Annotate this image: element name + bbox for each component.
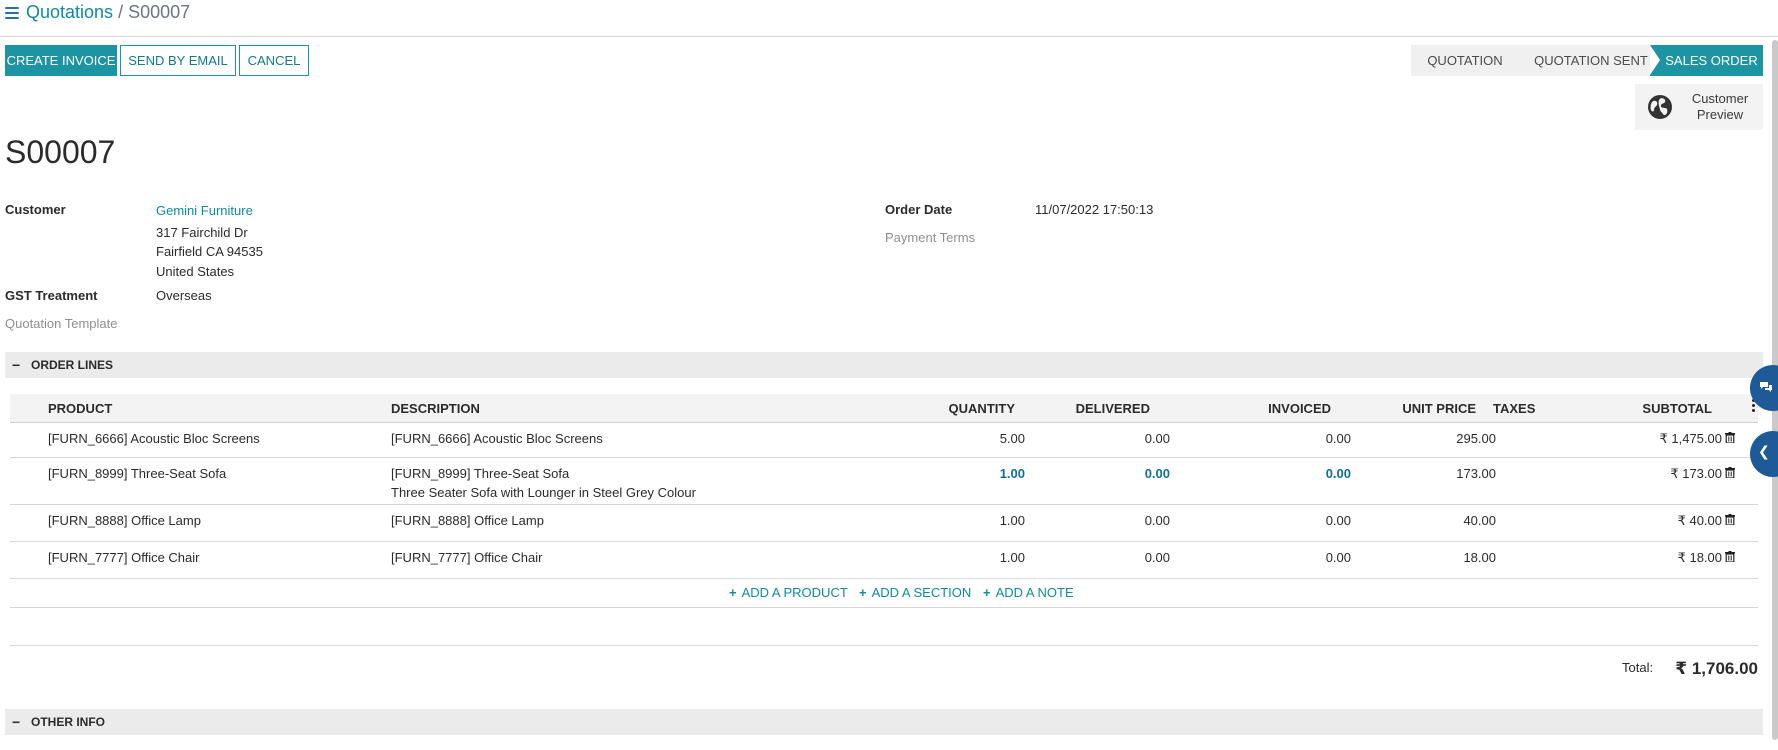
- customer-address-line1: 317 Fairchild Dr: [156, 225, 248, 240]
- add-note-label: ADD A NOTE: [995, 585, 1074, 600]
- row-subtotal: ₹ 18.00: [1677, 550, 1722, 565]
- row-quantity[interactable]: 5.00: [915, 431, 1025, 446]
- row-delivered[interactable]: 0.00: [1060, 550, 1170, 565]
- customer-address-line2: Fairfield CA 94535: [156, 244, 263, 259]
- row-product-link[interactable]: [FURN_7777] Office Chair: [48, 550, 200, 565]
- other-info-section: − OTHER INFO: [5, 709, 1763, 735]
- status-quotation-sent[interactable]: QUOTATION SENT: [1518, 45, 1650, 76]
- add-section-label: ADD A SECTION: [871, 585, 972, 600]
- collapse-icon[interactable]: −: [12, 357, 20, 373]
- row-invoiced[interactable]: 0.00: [1241, 550, 1351, 565]
- row-invoiced[interactable]: 0.00: [1241, 513, 1351, 528]
- document-title: S00007: [5, 134, 116, 170]
- table-row[interactable]: [FURN_7777] Office Chair [FURN_7777] Off…: [10, 542, 1758, 579]
- trash-icon[interactable]: [1725, 551, 1735, 562]
- customer-preview-label: Customer Preview: [1683, 91, 1757, 123]
- row-delivered[interactable]: 0.00: [1060, 431, 1170, 446]
- header-delivered[interactable]: DELIVERED: [1050, 401, 1150, 416]
- row-subtotal: ₹ 1,475.00: [1659, 431, 1723, 446]
- table-row[interactable]: [FURN_8999] Three-Seat Sofa [FURN_8999] …: [10, 458, 1758, 505]
- order-date-value[interactable]: 11/07/2022 17:50:13: [1035, 202, 1153, 217]
- status-sales-order[interactable]: SALES ORDER: [1650, 45, 1763, 76]
- status-quotation[interactable]: QUOTATION: [1411, 45, 1519, 76]
- order-lines-title[interactable]: ORDER LINES: [31, 358, 113, 372]
- create-invoice-button[interactable]: CREATE INVOICE: [5, 45, 117, 76]
- breadcrumb-quotations-link[interactable]: Quotations: [26, 2, 113, 22]
- row-description-detail[interactable]: Three Seater Sofa with Lounger in Steel …: [391, 485, 696, 500]
- gst-treatment-label: GST Treatment: [5, 288, 98, 303]
- customer-name-link[interactable]: Gemini Furniture: [156, 203, 253, 218]
- customer-label: Customer: [5, 202, 66, 217]
- row-unit-price[interactable]: 295.00: [1386, 431, 1496, 446]
- add-section-link[interactable]: + ADD A SECTION: [859, 585, 971, 600]
- row-subtotal: ₹ 173.00: [1670, 466, 1722, 481]
- breadcrumb-current: S00007: [128, 2, 191, 22]
- header-subtotal[interactable]: SUBTOTAL: [1612, 401, 1712, 416]
- quotation-template-label: Quotation Template: [5, 316, 118, 331]
- add-note-link[interactable]: + ADD A NOTE: [983, 585, 1074, 600]
- row-product-link[interactable]: [FURN_8888] Office Lamp: [48, 513, 201, 528]
- row-description[interactable]: [FURN_7777] Office Chair: [391, 550, 543, 565]
- order-lines-section: − ORDER LINES: [5, 352, 1763, 378]
- row-product-link[interactable]: [FURN_6666] Acoustic Bloc Screens: [48, 431, 260, 446]
- gst-treatment-value[interactable]: Overseas: [156, 288, 212, 303]
- table-header: PRODUCT DESCRIPTION QUANTITY DELIVERED I…: [10, 394, 1758, 423]
- plus-icon: +: [729, 585, 737, 600]
- header-description[interactable]: DESCRIPTION: [391, 401, 480, 416]
- row-description[interactable]: [FURN_8999] Three-Seat Sofa: [391, 466, 569, 481]
- payment-terms-label: Payment Terms: [885, 230, 976, 245]
- row-description[interactable]: [FURN_8888] Office Lamp: [391, 513, 544, 528]
- header-taxes[interactable]: TAXES: [1493, 401, 1535, 416]
- add-product-label: ADD A PRODUCT: [741, 585, 848, 600]
- table-footer-divider: [10, 607, 1758, 608]
- customer-address-line3: United States: [156, 264, 235, 279]
- order-date-label: Order Date: [885, 202, 953, 217]
- add-product-link[interactable]: + ADD A PRODUCT: [729, 585, 848, 600]
- trash-icon[interactable]: [1725, 467, 1735, 478]
- row-quantity[interactable]: 1.00: [915, 513, 1025, 528]
- breadcrumb-separator: /: [113, 2, 129, 22]
- row-invoiced[interactable]: 0.00: [1241, 431, 1351, 446]
- plus-icon: +: [859, 585, 867, 600]
- send-by-email-button[interactable]: SEND BY EMAIL: [120, 45, 236, 76]
- total-value: ₹ 1,706.00: [1675, 659, 1758, 678]
- trash-icon[interactable]: [1725, 432, 1735, 443]
- row-delivered[interactable]: 0.00: [1060, 466, 1170, 481]
- menu-icon[interactable]: [5, 7, 19, 20]
- row-unit-price[interactable]: 18.00: [1386, 550, 1496, 565]
- row-description[interactable]: [FURN_6666] Acoustic Bloc Screens: [391, 431, 603, 446]
- row-product-link[interactable]: [FURN_8999] Three-Seat Sofa: [48, 466, 226, 481]
- total-label: Total:: [1622, 660, 1654, 675]
- other-info-title[interactable]: OTHER INFO: [31, 715, 105, 729]
- cancel-button[interactable]: CANCEL: [239, 45, 309, 76]
- row-delivered[interactable]: 0.00: [1060, 513, 1170, 528]
- row-unit-price[interactable]: 173.00: [1386, 466, 1496, 481]
- row-unit-price[interactable]: 40.00: [1386, 513, 1496, 528]
- customer-preview-button[interactable]: Customer Preview: [1635, 84, 1763, 130]
- status-separator: [1650, 45, 1660, 75]
- collapse-icon[interactable]: −: [12, 714, 20, 730]
- row-invoiced[interactable]: 0.00: [1241, 466, 1351, 481]
- header-invoiced[interactable]: INVOICED: [1231, 401, 1331, 416]
- globe-icon: [1648, 95, 1672, 119]
- header-product[interactable]: PRODUCT: [48, 401, 112, 416]
- header-unit-price[interactable]: UNIT PRICE: [1376, 401, 1476, 416]
- breadcrumb: Quotations / S00007: [26, 2, 190, 23]
- table-row[interactable]: [FURN_6666] Acoustic Bloc Screens [FURN_…: [10, 423, 1758, 458]
- header-quantity[interactable]: QUANTITY: [915, 401, 1015, 416]
- customer-preview-line1: Customer: [1691, 91, 1749, 106]
- trash-icon[interactable]: [1725, 514, 1735, 525]
- table-row[interactable]: [FURN_8888] Office Lamp [FURN_8888] Offi…: [10, 505, 1758, 542]
- row-quantity[interactable]: 1.00: [915, 550, 1025, 565]
- customer-preview-line2: Preview: [1696, 107, 1744, 122]
- total-divider: [10, 645, 1758, 646]
- plus-icon: +: [983, 585, 991, 600]
- row-quantity[interactable]: 1.00: [915, 466, 1025, 481]
- chevron-left-icon: ❮: [1758, 443, 1770, 459]
- chat-icon: [1760, 382, 1772, 392]
- row-subtotal: ₹ 40.00: [1677, 513, 1722, 528]
- top-bar: Quotations / S00007: [0, 0, 1778, 37]
